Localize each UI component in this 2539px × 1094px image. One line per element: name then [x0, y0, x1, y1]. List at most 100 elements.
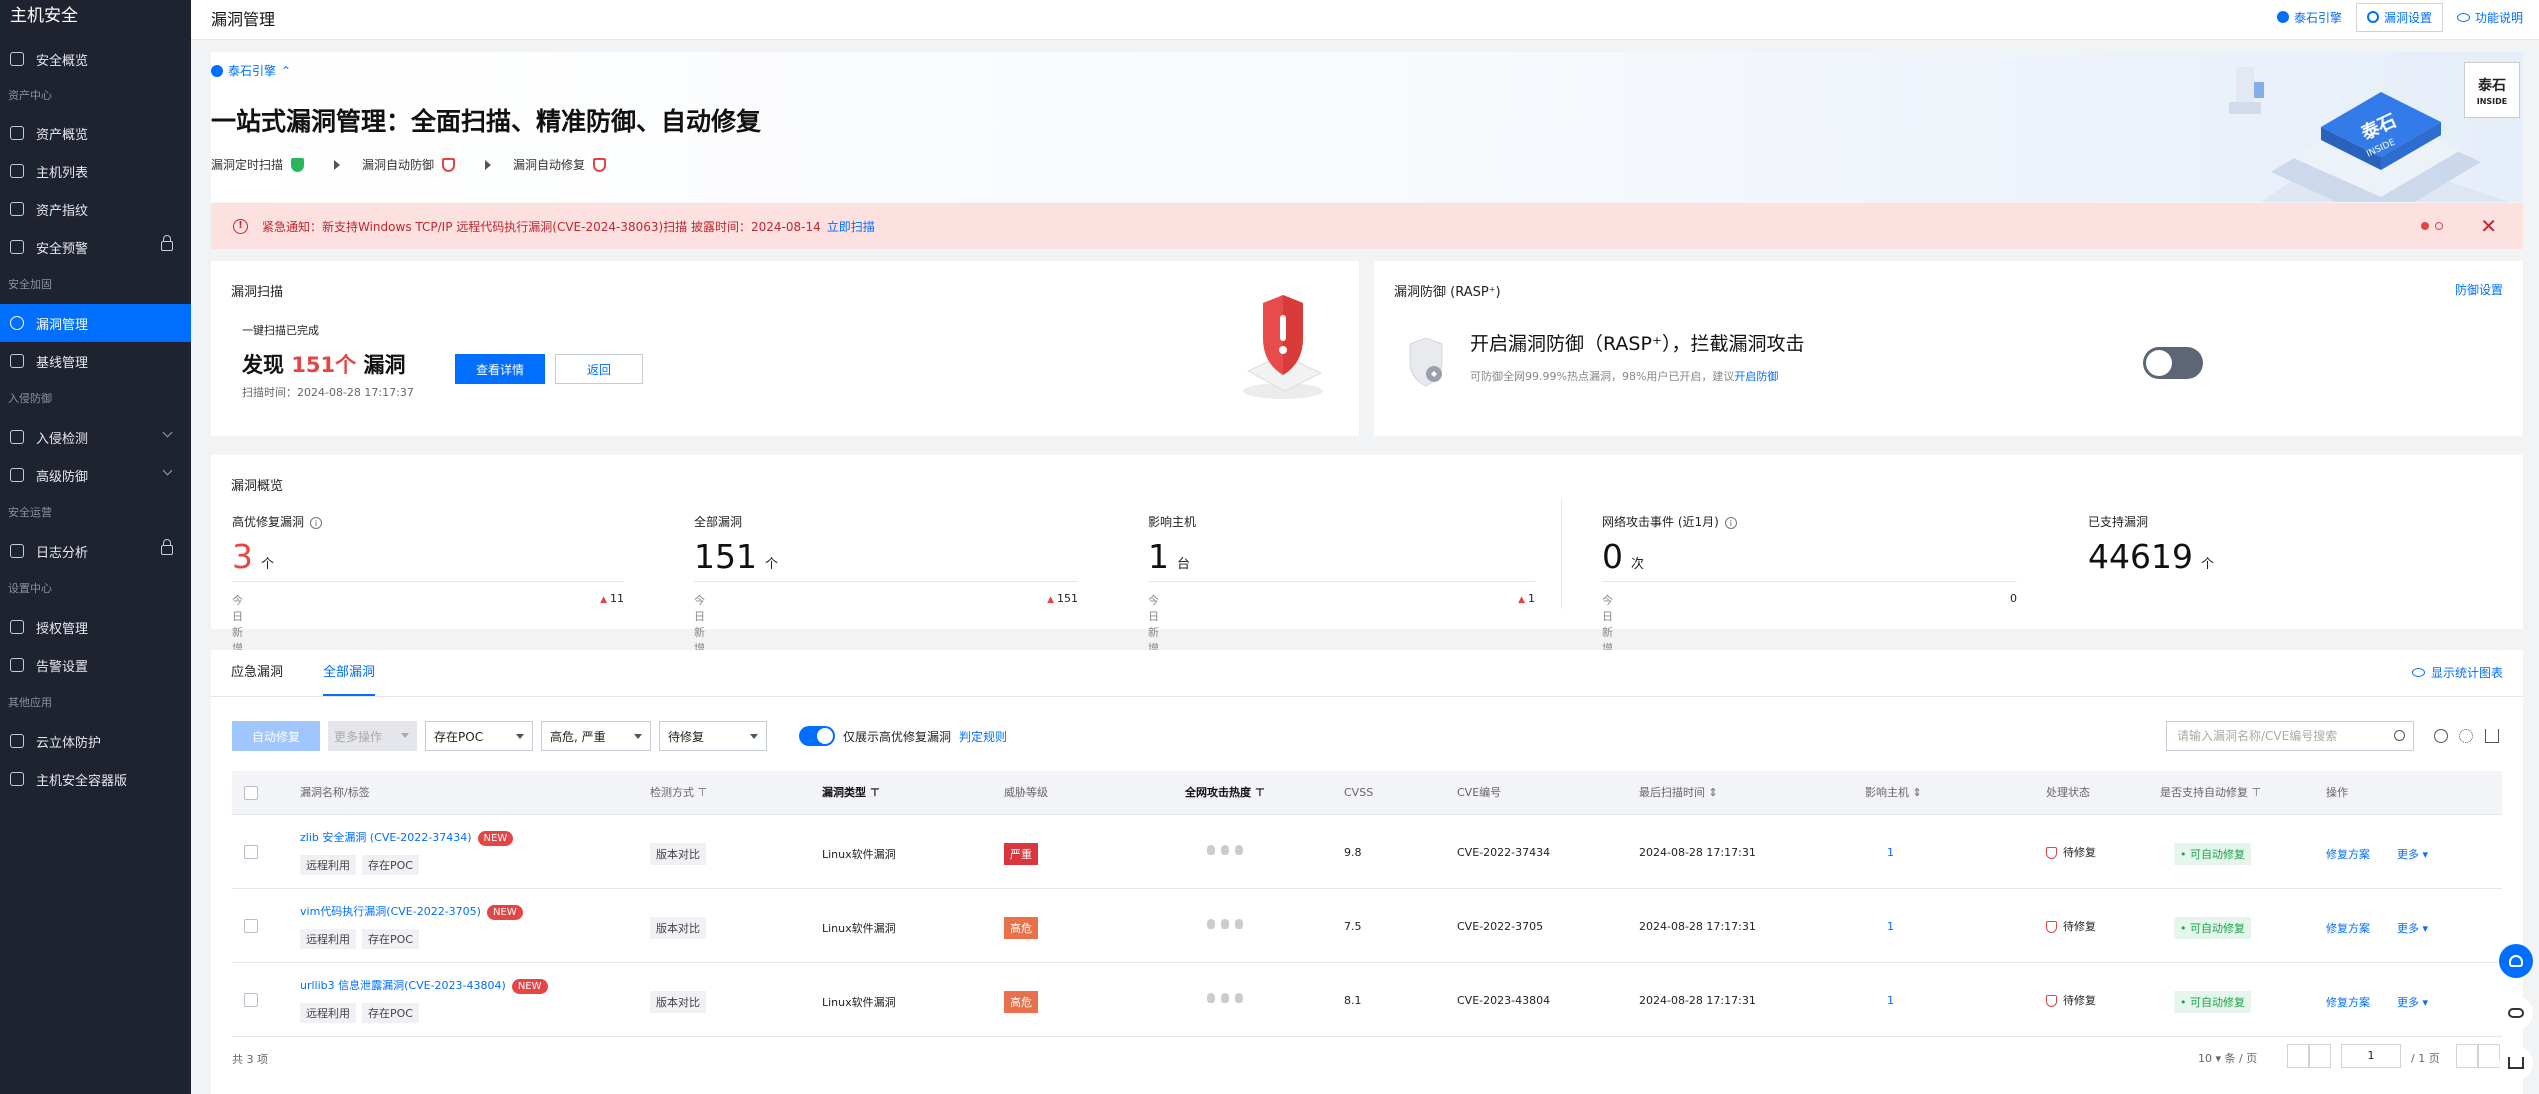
auto-fix-button[interactable]: 自动修复 — [232, 721, 321, 751]
table-row: vim代码执行漏洞(CVE-2022-3705) NEW 远程利用 存在POC 版本… — [232, 889, 2502, 963]
info-icon[interactable]: i — [310, 517, 323, 529]
vuln-name-link[interactable]: vim代码执行漏洞(CVE-2022-3705) — [300, 905, 481, 918]
stat-value[interactable]: 151 个 — [694, 537, 778, 576]
rule-link[interactable]: 判定规则 — [959, 728, 1007, 745]
prev-page-button[interactable] — [2309, 1044, 2331, 1068]
sidebar-group-other: 其他应用 — [8, 696, 52, 709]
sidebar-item-baseline-mgmt[interactable]: 基线管理 — [0, 342, 191, 380]
select-all-checkbox[interactable] — [244, 786, 258, 800]
more-dropdown[interactable]: 更多 ▾ — [2397, 994, 2428, 1010]
sidebar-item-label: 主机安全容器版 — [36, 773, 128, 789]
fix-plan-link[interactable]: 修复方案 — [2326, 920, 2370, 936]
fix-plan-link[interactable]: 修复方案 — [2326, 994, 2370, 1010]
col-method[interactable]: 检测方式 ⊤ — [650, 771, 707, 815]
col-last-scan[interactable]: 最后扫描时间 ⇕ — [1639, 771, 1718, 815]
vuln-name-link[interactable]: zlib 安全漏洞 (CVE-2022-37434) — [300, 831, 472, 844]
vuln-name-link[interactable]: urllib3 信息泄露漏洞(CVE-2023-43804) — [300, 979, 506, 992]
poc-filter-select[interactable]: 存在POC — [425, 721, 534, 751]
carousel-dot[interactable] — [2421, 222, 2429, 230]
back-button[interactable]: 返回 — [555, 354, 643, 384]
document-icon — [10, 544, 24, 558]
stat-label: 高优修复漏洞 i — [232, 513, 323, 530]
stat-value[interactable]: 0次 — [1602, 537, 1644, 576]
logo-text: 泰石 — [2478, 78, 2506, 94]
download-icon[interactable] — [2485, 729, 2499, 743]
table-header: 漏洞名称/标签 检测方式 ⊤ 漏洞类型 ⊤ 威胁等级 全网攻击热度 ⊤ CVSS… — [232, 771, 2502, 815]
sidebar-item-asset-fingerprint[interactable]: 资产指纹 — [0, 190, 191, 228]
lock-icon — [161, 539, 173, 555]
help-link[interactable]: 功能说明 — [2456, 9, 2523, 26]
page-size-select[interactable]: 10 ▾ 条 / 页 — [2198, 1050, 2257, 1066]
triangle-up-icon: ▲ — [1047, 595, 1054, 605]
scan-now-link[interactable]: 立即扫描 — [827, 218, 875, 235]
sidebar-item-security-alert[interactable]: 安全预警 — [0, 228, 191, 266]
sidebar-item-advanced-defense[interactable]: 高级防御 — [0, 456, 191, 494]
engine-link[interactable]: 泰石引擎 — [2276, 9, 2342, 26]
last-page-button[interactable] — [2478, 1044, 2500, 1068]
more-dropdown[interactable]: 更多 ▾ — [2397, 846, 2428, 862]
arrow-right-icon — [485, 159, 492, 170]
stat-value[interactable]: 1台 — [1148, 537, 1190, 576]
col-type[interactable]: 漏洞类型 ⊤ — [822, 771, 880, 815]
sidebar-item-cloud-firewall[interactable]: 云立体防护 — [0, 722, 191, 760]
next-page-button[interactable] — [2456, 1044, 2478, 1068]
book-icon[interactable] — [2499, 1046, 2533, 1080]
page-input[interactable]: 1 — [2341, 1044, 2401, 1068]
col-heat[interactable]: 全网攻击热度 ⊤ — [1185, 771, 1265, 815]
tab-emergency[interactable]: 应急漏洞 — [231, 650, 283, 696]
status-filter-select[interactable]: 待修复 — [659, 721, 768, 751]
sidebar-item-alarm-settings[interactable]: 告警设置 — [0, 646, 191, 684]
fix-plan-link[interactable]: 修复方案 — [2326, 846, 2370, 862]
tab-all[interactable]: 全部漏洞 — [323, 650, 376, 696]
col-auto-fix[interactable]: 是否支持自动修复 ⊤ — [2160, 771, 2261, 815]
high-priority-switch[interactable] — [799, 726, 836, 746]
vuln-settings-button[interactable]: 漏洞设置 — [2355, 2, 2443, 32]
refresh-icon[interactable] — [2434, 729, 2448, 743]
carousel-dot[interactable] — [2435, 222, 2443, 230]
delta-value: 11 — [610, 592, 624, 605]
hero-brand[interactable]: 泰石引擎 ⌃ — [211, 62, 291, 79]
show-chart-link[interactable]: 显示统计图表 — [2411, 664, 2503, 681]
scan-card-title: 漏洞扫描 — [231, 285, 284, 300]
level-filter-select[interactable]: 高危, 严重 — [541, 721, 652, 751]
defense-settings-link[interactable]: 防御设置 — [2455, 281, 2503, 298]
cloud-feedback-icon[interactable] — [2499, 996, 2533, 1030]
stat-value: 44619 个 — [2088, 537, 2214, 576]
more-dropdown[interactable]: 更多 ▾ — [2397, 920, 2428, 936]
row-checkbox[interactable] — [244, 919, 258, 933]
first-page-button[interactable] — [2287, 1044, 2309, 1068]
chevron-up-icon: ⌃ — [281, 63, 292, 78]
vertical-divider — [1561, 499, 1562, 609]
sidebar-item-container-security[interactable]: 主机安全容器版 — [0, 760, 191, 798]
close-icon[interactable]: ✕ — [2480, 214, 2497, 238]
enable-defense-link[interactable]: 开启防御 — [1734, 370, 1778, 383]
sidebar-item-log-analysis[interactable]: 日志分析 — [0, 532, 191, 570]
sidebar-item-host-list[interactable]: 主机列表 — [0, 152, 191, 190]
sidebar-item-license[interactable]: 授权管理 — [0, 608, 191, 646]
select-value: 待修复 — [668, 729, 705, 744]
page-title: 漏洞管理 — [211, 10, 276, 29]
search-icon[interactable] — [2394, 730, 2405, 741]
more-ops-dropdown[interactable]: 更多操作 — [328, 721, 418, 751]
logo-subtext: INSIDE — [2476, 97, 2508, 106]
hosts-link[interactable]: 1 — [1887, 994, 1894, 1007]
customer-service-icon[interactable] — [2499, 944, 2533, 978]
info-icon[interactable]: i — [1724, 517, 1737, 529]
sidebar-item-security-overview[interactable]: 安全概览 — [0, 40, 191, 78]
rasp-description: 可防御全网99.99%热点漏洞，98%用户已开启，建议开启防御 — [1470, 368, 1778, 384]
col-hosts[interactable]: 影响主机 ⇕ — [1865, 771, 1922, 815]
stat-value[interactable]: 3个 — [232, 537, 274, 576]
row-checkbox[interactable] — [244, 845, 258, 859]
hosts-link[interactable]: 1 — [1887, 846, 1894, 859]
sidebar-item-asset-overview[interactable]: 资产概览 — [0, 114, 191, 152]
rasp-toggle[interactable] — [2143, 347, 2203, 379]
sidebar-item-vuln-mgmt[interactable]: 漏洞管理 — [0, 304, 191, 342]
search-input[interactable]: 请输入漏洞名称/CVE编号搜索 — [2166, 721, 2414, 751]
divider — [232, 581, 624, 582]
gear-icon[interactable] — [2459, 729, 2473, 743]
row-checkbox[interactable] — [244, 993, 258, 1007]
sidebar-item-intrusion-detect[interactable]: 入侵检测 — [0, 418, 191, 456]
view-details-button[interactable]: 查看详情 — [455, 354, 545, 384]
stat-label: 已支持漏洞 — [2088, 515, 2149, 529]
hosts-link[interactable]: 1 — [1887, 920, 1894, 933]
